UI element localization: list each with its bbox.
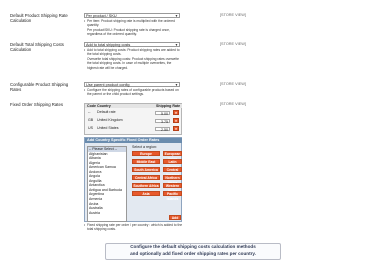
add-country-panel: Add Country Specific Fixed Order Rates -… (84, 137, 182, 222)
fixed-rates-note: • Fixed shipping rate per order / per co… (84, 223, 183, 232)
column-header-shipping-rate: Shipping Rate (156, 104, 181, 109)
chevron-down-icon: ▼ (174, 83, 178, 87)
delete-rate-button[interactable]: × (173, 110, 179, 116)
chevron-down-icon: ▼ (174, 43, 178, 47)
row-code: US (88, 126, 93, 130)
region-button-european-union[interactable]: European Union (163, 151, 182, 161)
row-country: United States (97, 126, 119, 130)
row-code: -- (88, 110, 91, 114)
total-shipping-calc-select[interactable]: Add to total shipping costs ▼ (84, 42, 180, 48)
column-header-code: Code (87, 104, 96, 109)
region-label: Select a region: (132, 145, 157, 149)
bullet-icon: • (84, 88, 86, 92)
region-button-southern-africa[interactable]: Southern Africa (132, 183, 160, 189)
region-button-western-africa[interactable]: Western Africa (163, 183, 182, 193)
configurable-shipping-label: Configurable Product Shipping Rates (10, 82, 69, 93)
note-item: Per product/SKU: Product shipping rate i… (87, 27, 170, 37)
scope-label: [STORE VIEW] (220, 102, 246, 106)
chevron-down-icon: ▼ (174, 14, 178, 18)
row-country: United Kingdom (97, 118, 123, 122)
bullet-icon: • (84, 19, 86, 23)
table-row: -- Default rate 5.00 × (85, 110, 182, 116)
configurable-shipping-select[interactable]: Use parent product config ▼ (84, 82, 180, 88)
add-country-panel-title: Add Country Specific Fixed Order Rates (85, 138, 182, 143)
configurable-shipping-value: Use parent product config (86, 83, 130, 87)
delete-rate-button[interactable]: × (173, 126, 179, 132)
default-rate-calc-label: Default Product Shipping Rate Calculatio… (10, 13, 68, 24)
note-item: • Per item: Product shipping rate is mul… (84, 19, 175, 28)
total-shipping-calc-value: Add to total shipping costs (86, 43, 131, 47)
default-rate-calc-value: Per product / SKU (86, 14, 117, 18)
region-button-europe[interactable]: Europe (132, 151, 160, 157)
table-row: GB United Kingdom 3.75 × (85, 118, 182, 124)
caption-line: Configure the default shipping costs cal… (130, 244, 256, 249)
default-rate-calc-notes: • Per item: Product shipping rate is mul… (84, 19, 182, 37)
note-item: • Add to total shipping costs: Product s… (84, 48, 180, 57)
caption-callout: Configure the default shipping costs cal… (105, 243, 281, 260)
rate-input[interactable]: 2.50 (155, 126, 170, 132)
add-country-button[interactable]: Add (169, 215, 181, 221)
list-item[interactable]: Austria (88, 211, 126, 216)
note-item: Overwrite total shipping costs: Product … (87, 56, 179, 70)
bullet-icon: • (84, 48, 86, 52)
row-country: Default rate (97, 110, 116, 114)
total-shipping-calc-label: Default Total Shipping Costs Calculation (10, 42, 64, 53)
fixed-rates-table: Code Country Shipping Rate -- Default ra… (84, 103, 182, 135)
region-button-central-africa[interactable]: Central Africa (132, 175, 160, 181)
region-button-pacific-islands[interactable]: Pacific Islands (163, 191, 182, 201)
scope-label: [STORE VIEW] (220, 13, 246, 17)
default-rate-calc-select[interactable]: Per product / SKU ▼ (84, 13, 180, 19)
region-button-middle-east[interactable]: Middle East (132, 159, 160, 165)
region-button-northern-africa[interactable]: Northern Africa (163, 175, 182, 185)
rate-input[interactable]: 5.00 (155, 110, 170, 116)
configurable-shipping-notes: • Configure the shipping rates of config… (84, 88, 182, 97)
note-item: • Configure the shipping rates of config… (84, 88, 179, 97)
scope-label: [STORE VIEW] (220, 42, 246, 46)
rate-input[interactable]: 3.75 (155, 118, 170, 124)
scope-label: [STORE VIEW] (220, 82, 246, 86)
column-header-country: Country (97, 104, 111, 109)
table-row: US United States 2.50 × (85, 126, 182, 132)
delete-rate-button[interactable]: × (173, 118, 179, 124)
region-button-asia[interactable]: Asia (132, 191, 160, 197)
caption-line: and optionally add fixed order shipping … (130, 250, 256, 256)
region-button-south-america[interactable]: South America (132, 167, 160, 173)
country-listbox[interactable]: -- Please Select -- Afghanistan Albania … (87, 146, 127, 222)
bullet-icon: • (84, 223, 86, 227)
fixed-order-rates-label: Fixed Order Shipping Rates (10, 102, 64, 107)
row-code: GB (88, 118, 94, 122)
region-button-latin-america[interactable]: Latin America (163, 159, 182, 169)
region-button-central-america[interactable]: Central America (163, 167, 182, 177)
total-shipping-calc-notes: • Add to total shipping costs: Product s… (84, 48, 182, 70)
